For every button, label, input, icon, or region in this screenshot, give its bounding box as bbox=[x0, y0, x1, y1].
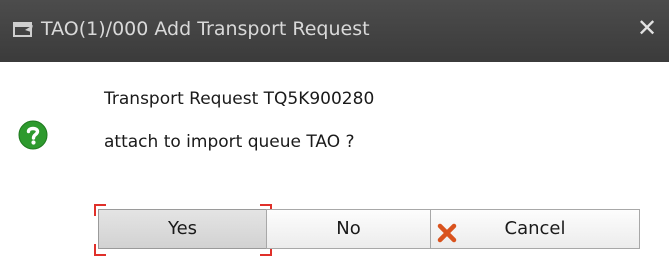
yes-button[interactable]: Yes bbox=[98, 209, 267, 249]
window-icon bbox=[13, 21, 35, 39]
question-icon bbox=[18, 120, 48, 150]
window-title: TAO(1)/000 Add Transport Request bbox=[41, 18, 370, 40]
no-button[interactable]: No bbox=[266, 209, 431, 249]
cancel-button-label: Cancel bbox=[504, 218, 566, 239]
no-button-label: No bbox=[336, 218, 361, 239]
yes-button-label: Yes bbox=[167, 218, 198, 239]
message-line-1: Transport Request TQ5K900280 bbox=[104, 89, 375, 109]
title-bar[interactable]: TAO(1)/000 Add Transport Request ✕ bbox=[0, 0, 669, 62]
close-button[interactable]: ✕ bbox=[636, 16, 658, 40]
message-line-2: attach to import queue TAO ? bbox=[104, 132, 355, 152]
cancel-button[interactable]: Cancel bbox=[430, 209, 640, 249]
dialog-window: TAO(1)/000 Add Transport Request ✕ Trans… bbox=[0, 0, 669, 259]
